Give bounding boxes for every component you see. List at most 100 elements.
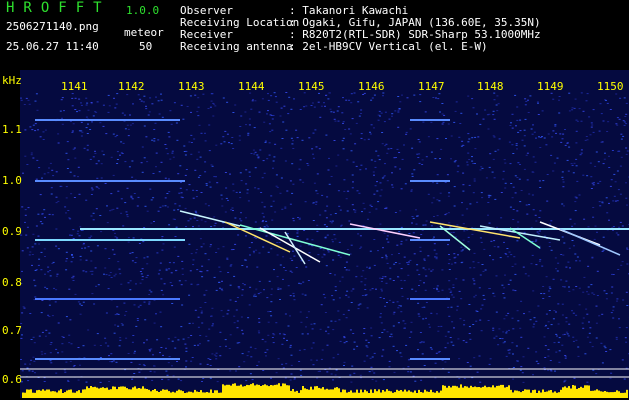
noise-speck [57, 248, 60, 250]
noise-speck [450, 263, 453, 265]
noise-speck [457, 254, 459, 256]
noise-speck [292, 183, 295, 185]
noise-speck [369, 131, 371, 133]
noise-speck [529, 319, 532, 321]
noise-speck [578, 260, 581, 262]
noise-speck [327, 98, 330, 100]
noise-speck [114, 136, 117, 138]
noise-speck [568, 92, 571, 94]
noise-speck [53, 287, 55, 289]
noise-speck [474, 136, 477, 138]
noise-speck [605, 351, 608, 352]
noise-speck [243, 284, 246, 286]
noise-speck [215, 358, 218, 360]
noise-speck [29, 313, 32, 314]
noise-speck [506, 248, 509, 249]
noise-speck [77, 347, 80, 348]
noise-speck [392, 313, 395, 315]
noise-speck [215, 352, 218, 354]
noise-speck [27, 207, 30, 209]
noise-speck [375, 288, 377, 290]
level-bar [276, 384, 278, 398]
noise-speck [91, 189, 94, 191]
noise-speck [379, 223, 382, 225]
noise-speck [261, 221, 264, 223]
noise-speck [534, 241, 537, 242]
noise-speck [146, 256, 149, 258]
level-bar [578, 388, 580, 398]
noise-speck [453, 257, 456, 259]
noise-speck [409, 128, 412, 130]
noise-speck [479, 319, 482, 321]
noise-speck [111, 361, 113, 363]
noise-speck [109, 361, 112, 363]
noise-speck [233, 315, 236, 317]
noise-speck [119, 339, 122, 341]
noise-speck [266, 297, 269, 299]
noise-speck [108, 258, 111, 259]
level-bar [508, 385, 510, 398]
noise-speck [589, 341, 592, 343]
noise-speck [332, 357, 335, 359]
noise-speck [394, 212, 397, 213]
noise-speck [550, 370, 553, 372]
noise-speck [289, 295, 292, 297]
noise-speck [413, 169, 416, 171]
noise-speck [493, 246, 496, 248]
noise-speck [419, 280, 422, 282]
noise-speck [487, 320, 490, 321]
noise-speck [467, 152, 470, 154]
noise-speck [547, 349, 550, 351]
noise-speck [90, 187, 93, 189]
level-bar [318, 387, 320, 398]
noise-speck [118, 268, 121, 270]
noise-speck [220, 310, 223, 312]
noise-speck [167, 379, 170, 381]
noise-speck [487, 202, 490, 203]
noise-speck [509, 163, 512, 165]
noise-speck [100, 163, 103, 165]
level-bar [506, 386, 508, 398]
noise-speck [177, 255, 180, 257]
noise-speck [473, 296, 476, 298]
level-bar [498, 385, 500, 398]
noise-speck [113, 253, 116, 255]
noise-speck [146, 161, 149, 163]
noise-speck [504, 162, 507, 164]
noise-speck [417, 302, 420, 304]
level-bar [154, 389, 156, 398]
noise-speck [266, 158, 269, 160]
noise-speck [359, 169, 362, 171]
noise-speck [262, 246, 265, 248]
noise-speck [608, 219, 610, 221]
noise-speck [408, 261, 410, 263]
noise-speck [447, 263, 450, 265]
noise-speck [24, 209, 27, 211]
level-bar [390, 391, 392, 398]
noise-speck [391, 186, 394, 188]
noise-speck [561, 171, 564, 173]
noise-speck [30, 359, 33, 361]
noise-speck [197, 115, 200, 117]
noise-speck [248, 247, 251, 249]
noise-speck [580, 152, 583, 154]
noise-speck [418, 153, 421, 155]
noise-speck [545, 324, 547, 326]
noise-speck [565, 331, 568, 333]
noise-speck [282, 333, 285, 335]
noise-speck [71, 254, 73, 255]
noise-speck [74, 293, 77, 295]
noise-speck [327, 251, 330, 253]
noise-speck [257, 156, 260, 158]
level-bar [422, 392, 424, 398]
level-bar [26, 389, 28, 398]
noise-speck [360, 113, 362, 114]
noise-speck [344, 267, 346, 268]
noise-speck [486, 114, 489, 116]
noise-speck [218, 281, 221, 283]
noise-speck [460, 250, 463, 252]
noise-speck [299, 245, 302, 247]
noise-speck [332, 259, 335, 261]
noise-speck [356, 345, 359, 347]
noise-speck [148, 289, 151, 291]
